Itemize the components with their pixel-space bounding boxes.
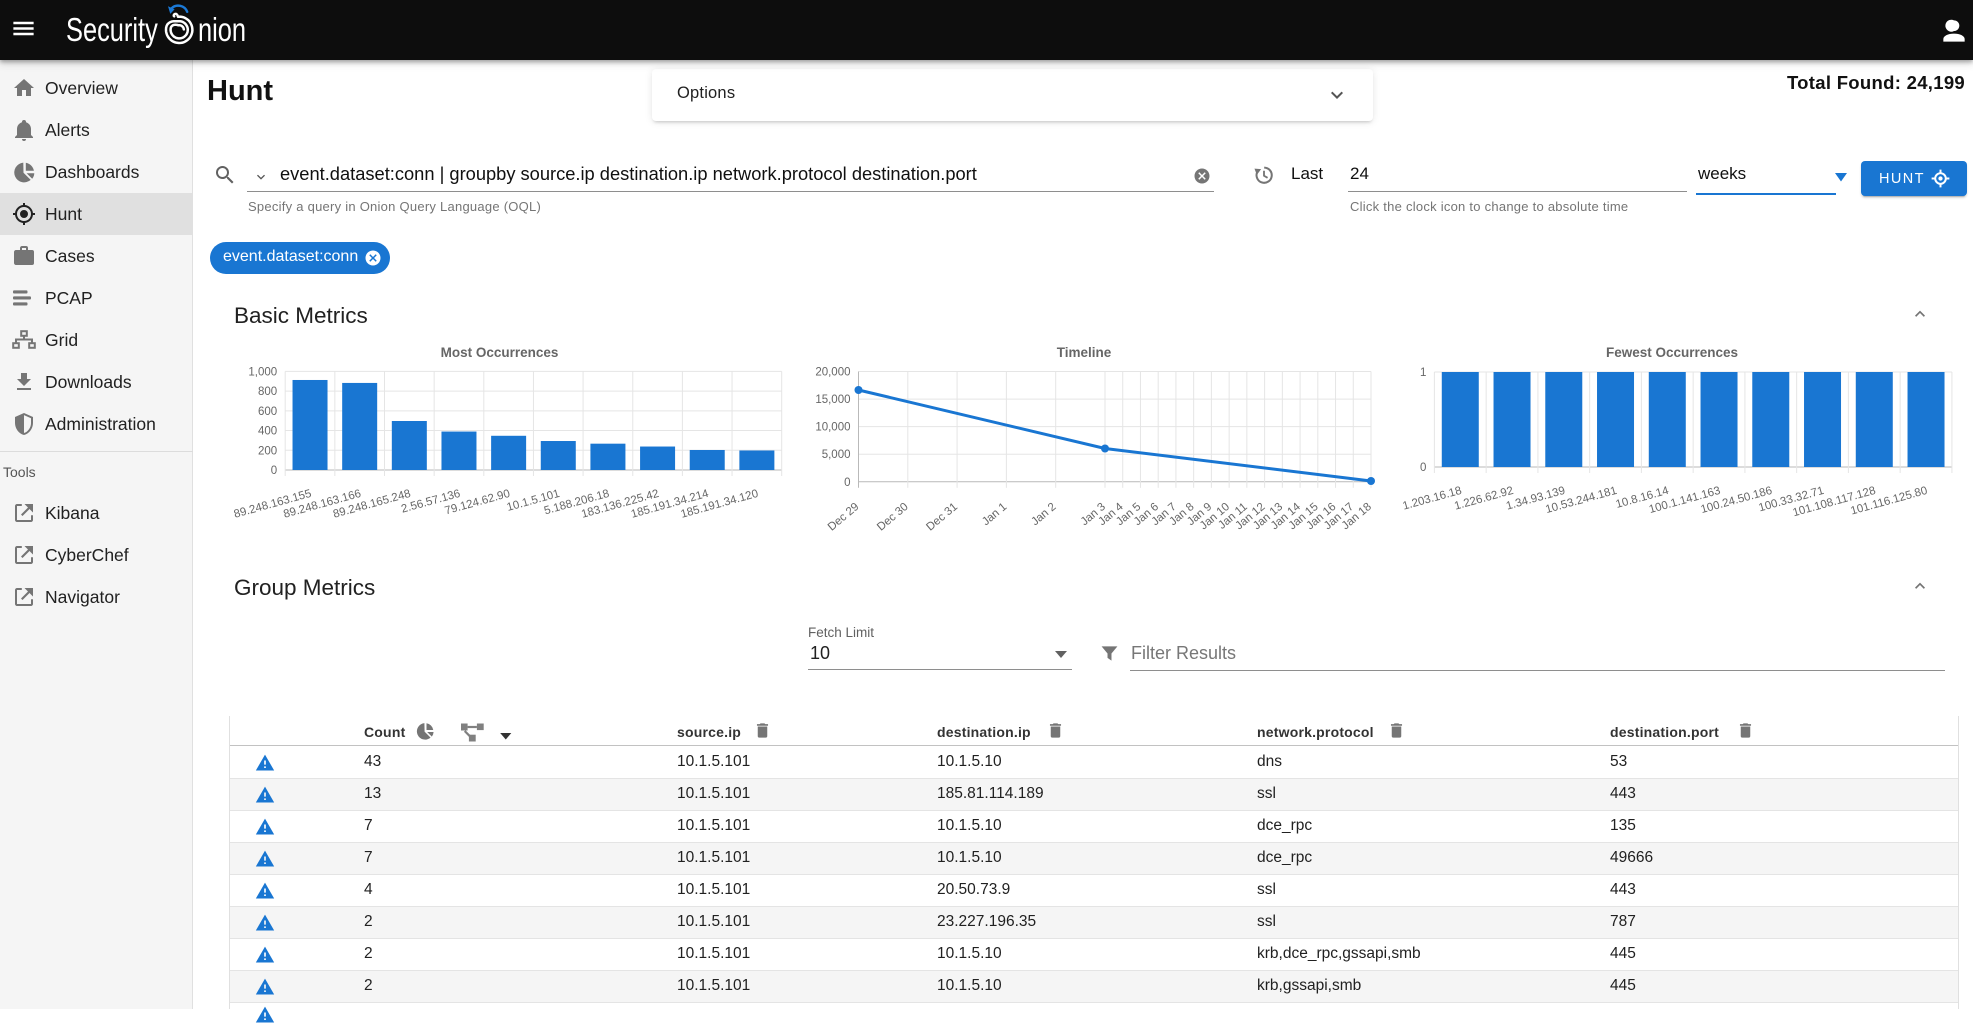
svg-text:1,000: 1,000 [248, 366, 277, 378]
svg-text:0: 0 [844, 477, 850, 489]
svg-text:Jan 2: Jan 2 [1029, 501, 1058, 528]
svg-text:400: 400 [258, 426, 277, 438]
svg-text:Timeline: Timeline [1057, 345, 1112, 360]
svg-text:200: 200 [258, 445, 277, 457]
svg-text:20,000: 20,000 [815, 367, 850, 379]
svg-text:15,000: 15,000 [815, 394, 850, 406]
svg-text:5,000: 5,000 [822, 449, 851, 461]
svg-text:1.226.62.92: 1.226.62.92 [1453, 485, 1515, 513]
svg-text:0: 0 [271, 465, 277, 477]
svg-text:800: 800 [258, 386, 277, 398]
svg-text:1: 1 [1420, 367, 1426, 379]
svg-text:Dec 30: Dec 30 [875, 501, 911, 534]
svg-text:Fewest Occurrences: Fewest Occurrences [1606, 345, 1738, 360]
svg-text:10,000: 10,000 [815, 422, 850, 434]
svg-text:Dec 29: Dec 29 [826, 501, 862, 534]
svg-text:600: 600 [258, 406, 277, 418]
svg-text:0: 0 [1420, 462, 1426, 474]
svg-text:Dec 31: Dec 31 [924, 501, 960, 534]
svg-text:Most Occurrences: Most Occurrences [441, 345, 559, 360]
svg-text:Jan 1: Jan 1 [980, 501, 1009, 528]
svg-text:1.203.16.18: 1.203.16.18 [1401, 485, 1463, 513]
